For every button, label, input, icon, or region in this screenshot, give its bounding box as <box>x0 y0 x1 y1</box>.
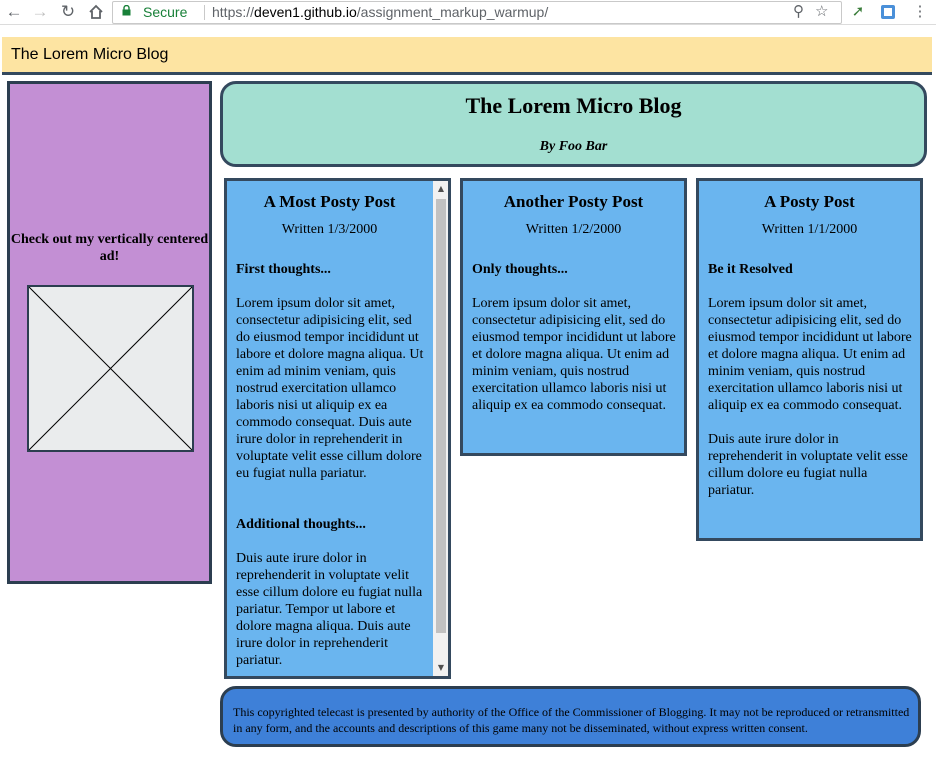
blog-byline: By Foo Bar <box>539 139 608 154</box>
copyright-footer: This copyrighted telecast is presented b… <box>220 686 921 747</box>
site-topbar: The Lorem Micro Blog <box>2 37 932 75</box>
ad-image-placeholder[interactable] <box>27 285 194 452</box>
post-card[interactable]: A Most Posty Post Written 1/3/2000 First… <box>224 178 451 679</box>
browser-toolbar: ← → ↻ Secure https://deven1.github.io/as… <box>0 0 936 25</box>
footer-text: This copyrighted telecast is presented b… <box>233 705 910 735</box>
back-icon[interactable]: ← <box>3 1 25 23</box>
post-body: First thoughts... Lorem ipsum dolor sit … <box>236 261 424 676</box>
post-section-heading: Only thoughts... <box>472 262 568 277</box>
post-body: Only thoughts... Lorem ipsum dolor sit a… <box>472 261 677 431</box>
zoom-icon[interactable]: ⚲ <box>793 3 804 21</box>
menu-dots-icon[interactable]: ⋮ <box>910 2 930 22</box>
placeholder-icon <box>28 286 193 451</box>
translate-extension-icon[interactable] <box>878 2 898 22</box>
post-date: Written 1/3/2000 <box>281 222 378 237</box>
post-title: A Most Posty Post <box>263 192 396 211</box>
post-scrollbar[interactable]: ▲ ▼ <box>433 181 448 676</box>
url-text[interactable]: https://deven1.github.io/assignment_mark… <box>212 3 548 21</box>
post-paragraph: Duis aute irure dolor in reprehenderit i… <box>236 551 423 668</box>
scroll-up-icon[interactable]: ▲ <box>433 181 448 197</box>
post-section-heading: Additional thoughts... <box>236 517 366 532</box>
post-paragraph: Lorem ipsum dolor sit amet, consectetur … <box>708 296 912 413</box>
post-date: Written 1/1/2000 <box>761 222 858 237</box>
post-title: Another Posty Post <box>503 192 644 211</box>
blog-header: The Lorem Micro Blog By Foo Bar <box>220 81 927 167</box>
home-icon[interactable] <box>85 1 107 23</box>
reload-icon[interactable]: ↻ <box>57 1 79 23</box>
post-body: Be it Resolved Lorem ipsum dolor sit ame… <box>708 261 913 516</box>
post-card: Another Posty Post Written 1/2/2000 Only… <box>460 178 687 456</box>
post-title: A Posty Post <box>764 192 855 211</box>
url-scheme: https:// <box>212 4 255 20</box>
forward-icon[interactable]: → <box>29 1 51 23</box>
topbar-title: The Lorem Micro Blog <box>11 46 169 63</box>
post-section-heading: First thoughts... <box>236 262 331 277</box>
post-paragraph: Lorem ipsum dolor sit amet, consectetur … <box>472 296 676 413</box>
post-paragraph: Duis aute irure dolor in reprehenderit i… <box>708 432 908 498</box>
divider <box>204 5 205 20</box>
url-host: deven1.github.io <box>254 4 357 20</box>
scroll-thumb[interactable] <box>436 199 446 633</box>
ad-text: Check out my vertically centered ad! <box>10 232 209 264</box>
post-date: Written 1/2/2000 <box>525 222 622 237</box>
bookmark-star-icon[interactable]: ☆ <box>815 3 828 21</box>
scroll-down-icon[interactable]: ▼ <box>433 660 448 676</box>
post-section-heading: Be it Resolved <box>708 262 793 277</box>
ad-sidebar: Check out my vertically centered ad! <box>7 81 212 584</box>
secure-label: Secure <box>143 4 188 20</box>
post-card: A Posty Post Written 1/1/2000 Be it Reso… <box>696 178 923 541</box>
address-bar[interactable]: Secure https://deven1.github.io/assignme… <box>112 1 842 24</box>
extension-icon[interactable]: ➚ <box>848 2 868 22</box>
post-paragraph: Lorem ipsum dolor sit amet, consectetur … <box>236 296 424 481</box>
lock-icon <box>122 5 131 16</box>
url-path: /assignment_markup_warmup/ <box>356 4 549 20</box>
blog-title: The Lorem Micro Blog <box>465 93 682 118</box>
